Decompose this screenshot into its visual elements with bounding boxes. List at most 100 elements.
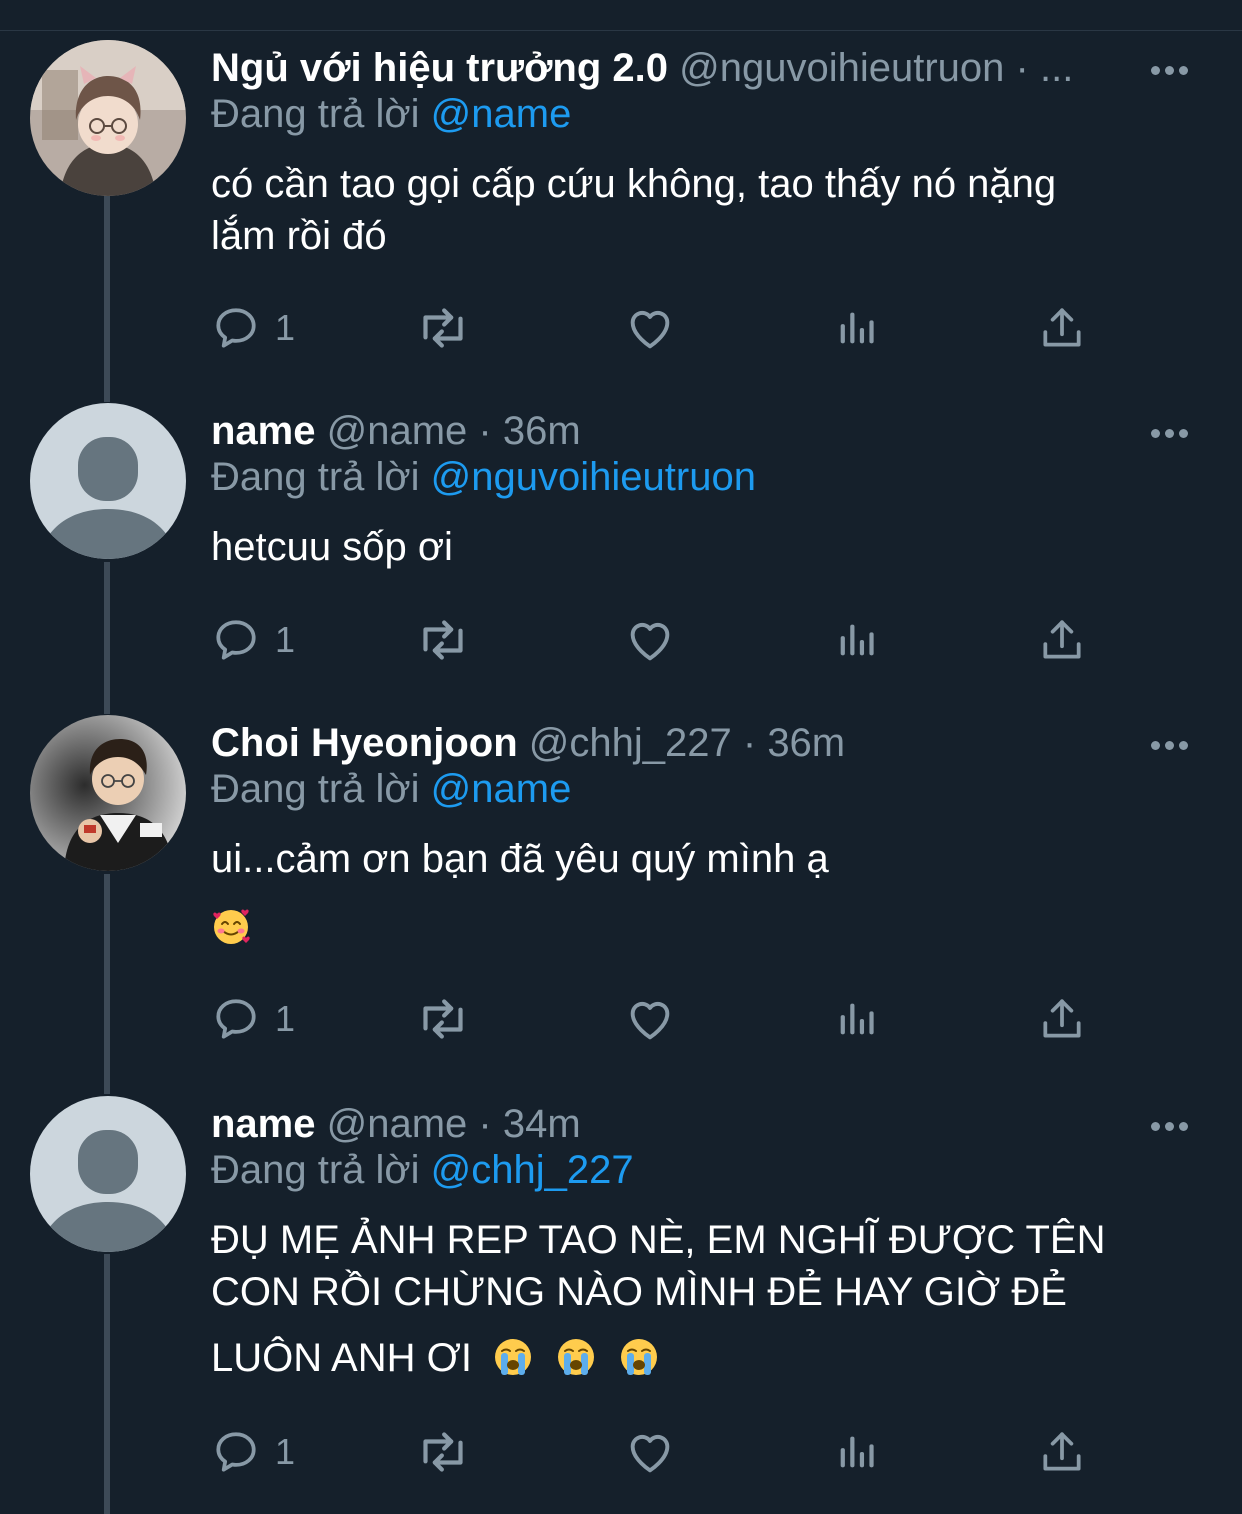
retweet-arrows-icon [415, 1424, 471, 1480]
analytics-button[interactable] [833, 298, 879, 358]
tweet-text: có cần tao gọi cấp cứu không, tao thấy n… [211, 158, 1171, 262]
separator-dot: · [478, 1102, 492, 1146]
tweet-text-line: LUÔN ANH ƠI [211, 1332, 1171, 1384]
ellipsis-icon[interactable] [1151, 741, 1188, 750]
timestamp[interactable]: 36m [503, 409, 581, 453]
replying-to: Đang trả lời @name [211, 92, 571, 137]
retweet-button[interactable] [415, 610, 471, 670]
retweet-arrows-icon [415, 300, 471, 356]
avatar[interactable] [30, 403, 186, 559]
loudly-crying-face-icon [495, 1339, 532, 1375]
timestamp[interactable]: 36m [767, 721, 845, 765]
reply-count: 1 [275, 998, 296, 1039]
share-button[interactable] [1037, 610, 1087, 670]
user-handle[interactable]: @nguvoihieutruon [679, 46, 1004, 90]
tweet-text-line: có cần tao gọi cấp cứu không, tao thấy n… [211, 162, 1057, 206]
display-name[interactable]: name [211, 1102, 316, 1146]
loudly-crying-face-icon [621, 1339, 658, 1375]
tweet-header: name @name · 36m [211, 403, 581, 459]
like-button[interactable] [624, 610, 676, 670]
heart-icon [624, 993, 676, 1045]
bar-chart-icon [833, 1429, 879, 1475]
tweet-text: ui...cảm ơn bạn đã yêu quý mình ạ [211, 833, 1171, 953]
analytics-button[interactable] [833, 989, 879, 1049]
mention-link[interactable]: @chhj_227 [431, 1148, 634, 1192]
speech-bubble-icon [211, 1427, 261, 1477]
smiling-face-with-hearts-icon [213, 909, 250, 944]
tweet-text-line: ĐỤ MẸ ẢNH REP TAO NÈ, EM NGHĨ ĐƯỢC TÊN [211, 1218, 1106, 1262]
avatar[interactable] [30, 715, 186, 871]
bar-chart-icon [833, 996, 879, 1042]
share-button[interactable] [1037, 1422, 1087, 1482]
mention-link[interactable]: @nguvoihieutruon [431, 455, 756, 499]
heart-icon [624, 1426, 676, 1478]
tweet-text-line: ui...cảm ơn bạn đã yêu quý mình ạ [211, 837, 829, 881]
loudly-crying-face-icon [558, 1339, 595, 1375]
avatar[interactable] [30, 40, 186, 196]
reply-button[interactable]: 1 [211, 1422, 295, 1482]
user-handle[interactable]: @chhj_227 [529, 721, 732, 765]
bar-chart-icon [833, 617, 879, 663]
timestamp[interactable]: 34m [503, 1102, 581, 1146]
tweet-text-segment: LUÔN ANH ƠI [211, 1336, 473, 1380]
mention-link[interactable]: @name [431, 767, 572, 811]
analytics-button[interactable] [833, 1422, 879, 1482]
reply-button[interactable]: 1 [211, 610, 295, 670]
tweet-text-line: CON RỒI CHỪNG NÀO MÌNH ĐẺ HAY GIỜ ĐẺ [211, 1270, 1067, 1314]
display-name[interactable]: Ngủ với hiệu trưởng 2.0 [211, 46, 668, 90]
action-bar: 1 [211, 989, 1091, 1049]
default-profile-silhouette [30, 403, 186, 559]
timestamp[interactable]: ... [1040, 46, 1073, 90]
tweet-text-line: lắm rồi đó [211, 214, 387, 258]
thread-line [104, 562, 110, 714]
replying-to: Đang trả lời @chhj_227 [211, 1148, 634, 1193]
upload-share-icon [1037, 303, 1087, 353]
speech-bubble-icon [211, 994, 261, 1044]
display-name[interactable]: Choi Hyeonjoon [211, 721, 518, 765]
retweet-button[interactable] [415, 1422, 471, 1482]
reply-count: 1 [275, 619, 296, 660]
separator-dot: · [478, 409, 492, 453]
ellipsis-icon[interactable] [1151, 1122, 1188, 1131]
user-handle[interactable]: @name [327, 409, 468, 453]
reply-button[interactable]: 1 [211, 989, 295, 1049]
speech-bubble-icon [211, 615, 261, 665]
emoji-line [211, 901, 1171, 953]
action-bar: 1 [211, 1422, 1091, 1482]
separator-dot: · [1015, 46, 1029, 90]
retweet-button[interactable] [415, 989, 471, 1049]
avatar[interactable] [30, 1096, 186, 1252]
reply-button[interactable]: 1 [211, 298, 295, 358]
speech-bubble-icon [211, 303, 261, 353]
tweet-header: Ngủ với hiệu trưởng 2.0 @nguvoihieutruon… [211, 40, 1073, 96]
like-button[interactable] [624, 298, 676, 358]
retweet-button[interactable] [415, 298, 471, 358]
tweet-header: Choi Hyeonjoon @chhj_227 · 36m [211, 715, 845, 771]
replying-prefix: Đang trả lời [211, 455, 420, 499]
tweet-text: ĐỤ MẸ ẢNH REP TAO NÈ, EM NGHĨ ĐƯỢC TÊN C… [211, 1214, 1171, 1384]
replying-to: Đang trả lời @name [211, 767, 571, 812]
heart-icon [624, 302, 676, 354]
mention-link[interactable]: @name [431, 92, 572, 136]
analytics-button[interactable] [833, 610, 879, 670]
tweet-text-line: hetcuu sốp ơi [211, 525, 453, 569]
reply-count: 1 [275, 1431, 296, 1472]
ellipsis-icon[interactable] [1151, 429, 1188, 438]
thread-line [104, 874, 110, 1094]
share-button[interactable] [1037, 298, 1087, 358]
share-button[interactable] [1037, 989, 1087, 1049]
top-divider [0, 0, 1242, 31]
display-name[interactable]: name [211, 409, 316, 453]
action-bar: 1 [211, 298, 1091, 358]
replying-prefix: Đang trả lời [211, 767, 420, 811]
thread-line [104, 1254, 110, 1514]
replying-to: Đang trả lời @nguvoihieutruon [211, 455, 756, 500]
separator-dot: · [742, 721, 757, 765]
default-profile-silhouette [30, 1096, 186, 1252]
retweet-arrows-icon [415, 991, 471, 1047]
like-button[interactable] [624, 1422, 676, 1482]
user-handle[interactable]: @name [327, 1102, 468, 1146]
retweet-arrows-icon [415, 612, 471, 668]
like-button[interactable] [624, 989, 676, 1049]
ellipsis-icon[interactable] [1151, 66, 1188, 75]
